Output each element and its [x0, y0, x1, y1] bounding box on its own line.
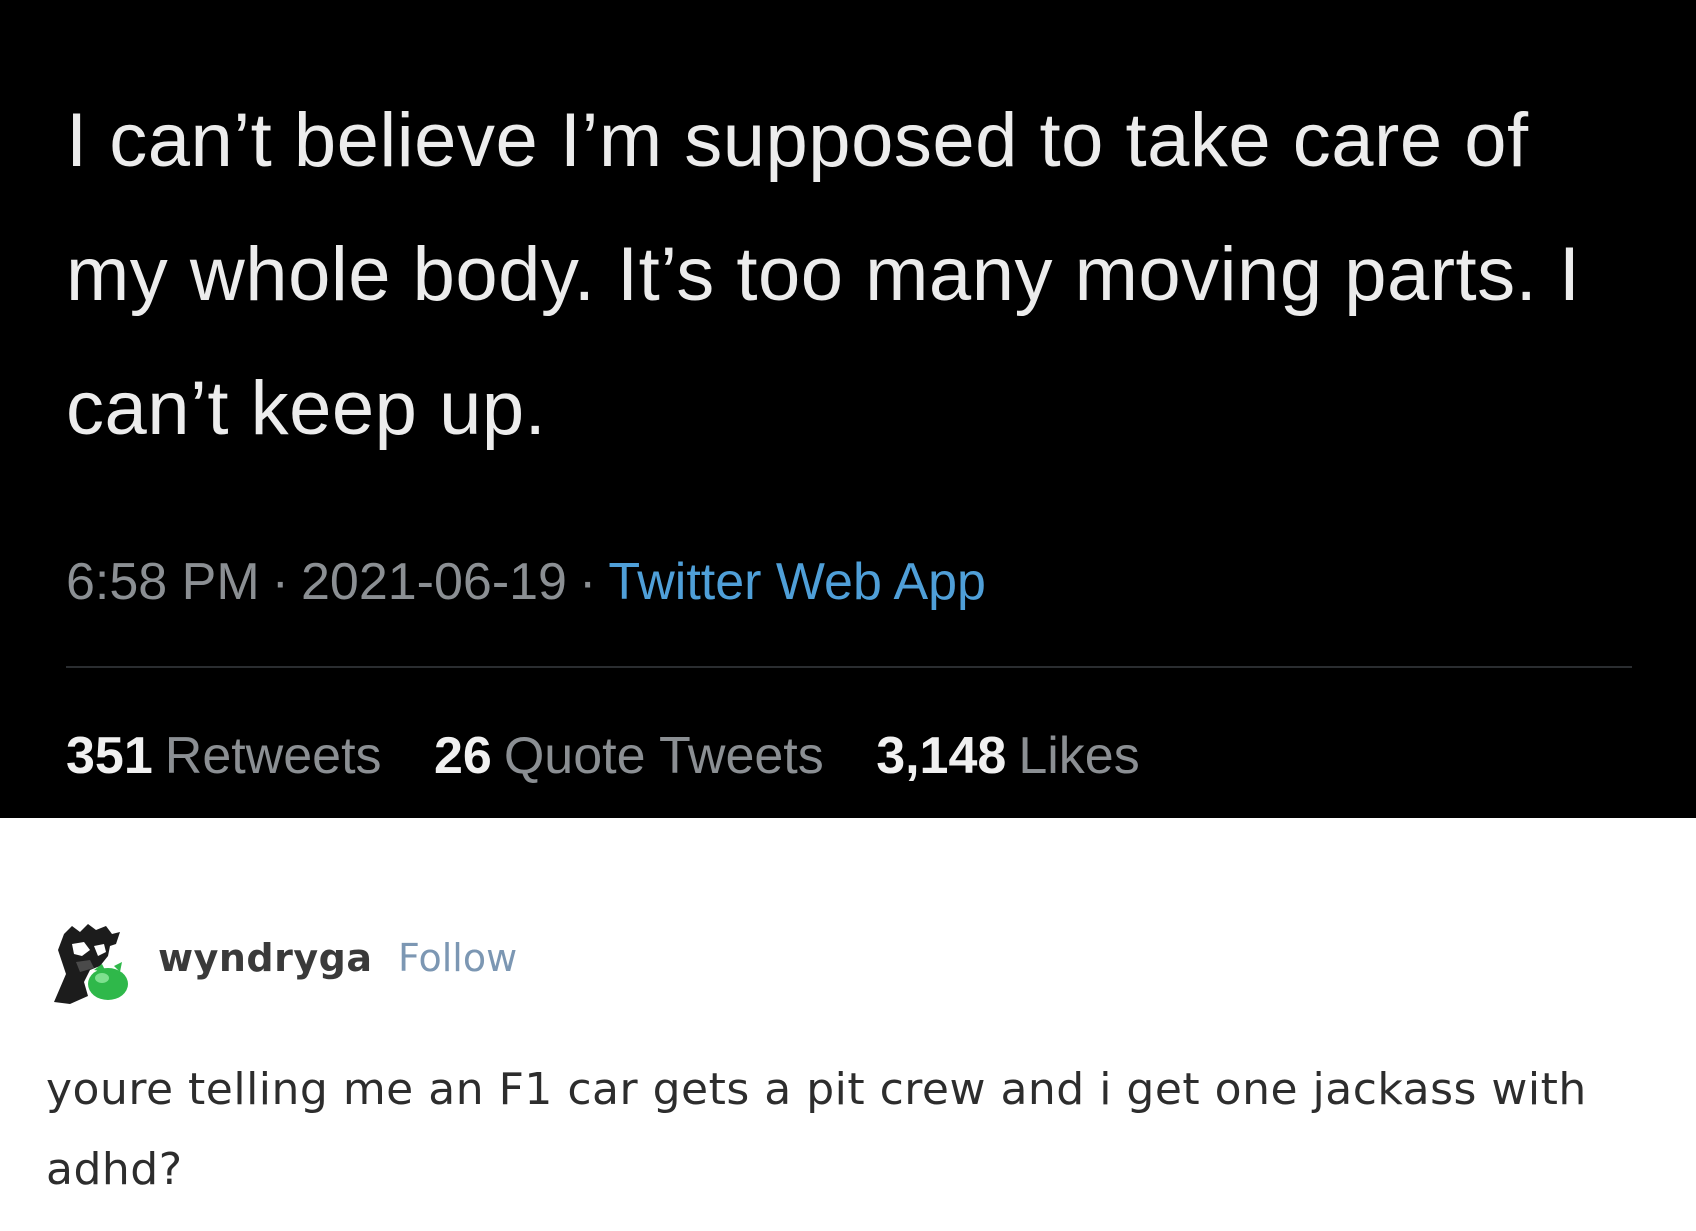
follow-button[interactable]: Follow: [398, 936, 517, 980]
tweet-date: 2021-06-19: [300, 553, 567, 611]
meta-separator: ·: [271, 553, 289, 611]
tweet-metadata: 6:58 PM · 2021-06-19 · Twitter Web App: [66, 552, 986, 612]
quote-tweets-stat[interactable]: 26 Quote Tweets: [434, 727, 824, 785]
retweets-label: Retweets: [164, 727, 382, 785]
tweet-stats: 351 Retweets 26 Quote Tweets 3,148 Likes: [66, 726, 1178, 786]
tweet-time: 6:58 PM: [66, 553, 260, 611]
meta-separator: ·: [578, 553, 597, 611]
tweet-source-link[interactable]: Twitter Web App: [608, 553, 986, 611]
avatar-character-icon[interactable]: [50, 922, 134, 1006]
tweet-card: I can’t believe I’m supposed to take car…: [0, 0, 1696, 818]
quote-tweets-label: Quote Tweets: [503, 727, 824, 785]
likes-count: 3,148: [876, 727, 1007, 785]
likes-label: Likes: [1018, 727, 1140, 785]
quote-tweets-count: 26: [433, 727, 492, 785]
retweets-stat[interactable]: 351 Retweets: [66, 727, 382, 785]
reply-text: youre telling me an F1 car gets a pit cr…: [46, 1064, 1587, 1195]
tweet-text: I can’t believe I’m supposed to take car…: [66, 98, 1581, 451]
likes-stat[interactable]: 3,148 Likes: [876, 727, 1140, 785]
username[interactable]: wyndryga: [158, 936, 372, 980]
avatar-image: [54, 924, 128, 1004]
tumblr-reply: wyndryga Follow youre telling me an F1 c…: [0, 818, 1696, 1231]
retweets-count: 351: [66, 727, 153, 785]
tweet-divider: [66, 666, 1632, 668]
